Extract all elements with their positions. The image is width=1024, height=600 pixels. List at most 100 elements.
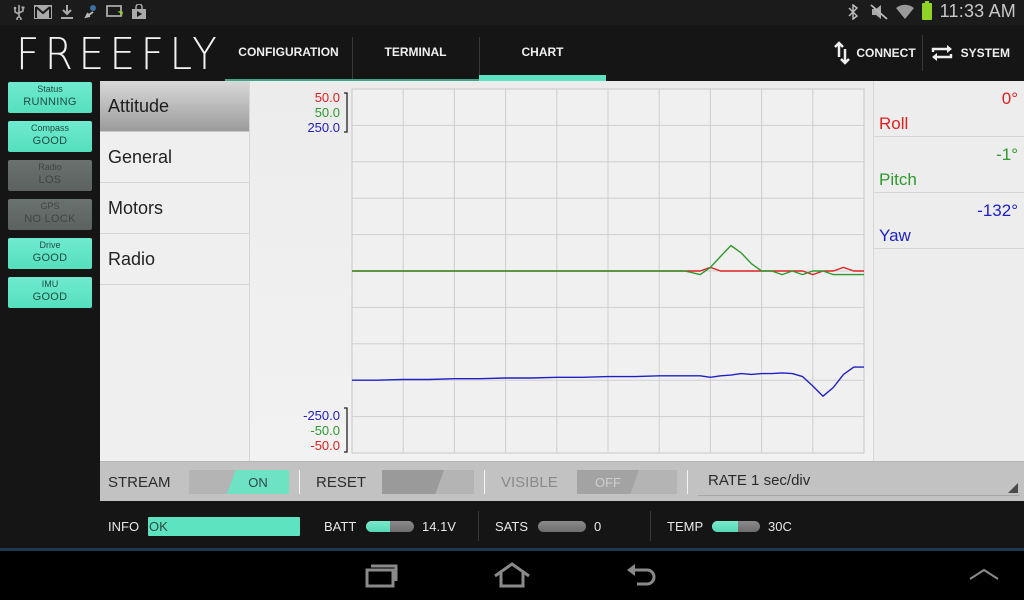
back-icon bbox=[625, 562, 659, 593]
recent-apps-button[interactable] bbox=[357, 559, 407, 595]
system-status-bar: 11:33 AM bbox=[0, 0, 1024, 25]
badge-value: GOOD bbox=[32, 252, 68, 264]
dropdown-corner-icon bbox=[1008, 483, 1018, 493]
app-root: 11:33 AM FREEFLY CONFIGURATION TERMINAL … bbox=[0, 0, 1024, 600]
home-button[interactable] bbox=[487, 559, 537, 595]
badge-value: RUNNING bbox=[23, 96, 77, 108]
download-icon bbox=[58, 3, 76, 21]
system-label: SYSTEM bbox=[960, 46, 1010, 60]
info-divider bbox=[650, 511, 651, 541]
recent-apps-icon bbox=[364, 562, 400, 593]
header-actions: CONNECT SYSTEM bbox=[828, 25, 1016, 81]
nav-item-attitude[interactable]: Attitude bbox=[100, 81, 249, 132]
yaw-value: -132° bbox=[977, 201, 1018, 220]
control-divider bbox=[484, 470, 485, 494]
yaw-axis-max-label: 250.0 bbox=[307, 120, 340, 135]
tab-terminal[interactable]: TERMINAL bbox=[352, 25, 479, 81]
sync-arrows-icon bbox=[929, 43, 955, 63]
app-header: FREEFLY CONFIGURATION TERMINAL CHART CON… bbox=[0, 25, 1024, 81]
nav-item-motors[interactable]: Motors bbox=[100, 183, 249, 234]
temp-value: 30C bbox=[768, 519, 792, 534]
badge-value: GOOD bbox=[32, 135, 68, 147]
badge-label: Status bbox=[37, 84, 63, 94]
nav-item-radio[interactable]: Radio bbox=[100, 234, 249, 285]
status-badge-gps: GPS NO LOCK bbox=[8, 199, 92, 230]
reset-toggle-knob bbox=[382, 470, 444, 494]
badge-value: GOOD bbox=[32, 291, 68, 303]
status-badge-status: Status RUNNING bbox=[8, 82, 92, 113]
bluetooth-transfer-icon bbox=[82, 3, 100, 21]
system-button[interactable]: SYSTEM bbox=[923, 33, 1016, 73]
batt-label: BATT bbox=[324, 519, 357, 534]
tab-label: CHART bbox=[521, 45, 564, 59]
readout-roll: 0° Roll bbox=[874, 81, 1024, 137]
temp-label: TEMP bbox=[667, 519, 704, 534]
sats-value: 0 bbox=[594, 519, 602, 534]
attitude-readouts: 0° Roll -1° Pitch -132° Yaw bbox=[873, 81, 1024, 461]
screen-share-icon bbox=[106, 3, 124, 21]
status-badge-radio: Radio LOS bbox=[8, 160, 92, 191]
status-badge-imu: IMU GOOD bbox=[8, 277, 92, 308]
status-badge-compass: Compass GOOD bbox=[8, 121, 92, 152]
connect-button[interactable]: CONNECT bbox=[828, 33, 921, 73]
control-divider bbox=[299, 470, 300, 494]
battery-meter-fill bbox=[366, 521, 390, 532]
nav-item-general[interactable]: General bbox=[100, 132, 249, 183]
gmail-icon bbox=[34, 3, 52, 21]
badge-label: Compass bbox=[30, 123, 69, 133]
sats-meter bbox=[538, 521, 586, 532]
battery-charging-icon bbox=[921, 1, 932, 20]
visible-toggle[interactable]: OFF bbox=[577, 470, 677, 494]
badge-value: NO LOCK bbox=[24, 213, 76, 225]
tab-label: TERMINAL bbox=[384, 45, 447, 59]
chart-axes: 50.0 50.0 250.0 -250.0 -50.0 -50.0 bbox=[303, 90, 348, 453]
chart-panel: 50.0 50.0 250.0 -250.0 -50.0 -50.0 bbox=[250, 81, 873, 461]
roll-axis-max-label: 50.0 bbox=[315, 90, 340, 105]
stream-label: STREAM bbox=[108, 474, 171, 491]
chart-category-list: Attitude General Motors Radio bbox=[100, 81, 250, 461]
pitch-axis-min-label: -50.0 bbox=[310, 423, 340, 438]
info-field: OK bbox=[148, 517, 300, 536]
stream-toggle[interactable]: ON bbox=[189, 470, 289, 494]
show-more-button[interactable] bbox=[959, 559, 1009, 595]
roll-axis-min-label: -50.0 bbox=[310, 438, 340, 453]
telemetry-bar: INFO OK BATT 14.1V SATS 0 TEMP 30C bbox=[100, 501, 1024, 548]
connect-label: CONNECT bbox=[856, 46, 916, 60]
up-chevron-icon bbox=[968, 565, 1000, 590]
tab-chart[interactable]: CHART bbox=[479, 25, 606, 81]
up-down-arrows-icon bbox=[834, 41, 851, 65]
stream-toggle-state: ON bbox=[227, 470, 289, 494]
app-logo: FREEFLY bbox=[16, 29, 223, 80]
readout-pitch: -1° Pitch bbox=[874, 137, 1024, 193]
temp-meter bbox=[712, 521, 760, 532]
roll-value: 0° bbox=[1001, 89, 1018, 108]
play-store-icon bbox=[130, 3, 148, 21]
temp-meter-fill bbox=[712, 521, 739, 532]
rate-dropdown[interactable]: RATE 1 sec/div bbox=[698, 466, 1020, 496]
bluetooth-icon bbox=[844, 3, 862, 21]
readout-yaw: -132° Yaw bbox=[874, 193, 1024, 249]
badge-label: GPS bbox=[40, 201, 60, 211]
roll-label: Roll bbox=[879, 114, 909, 133]
badge-label: Radio bbox=[38, 162, 62, 172]
top-axis-bracket bbox=[344, 92, 348, 133]
usb-icon bbox=[10, 3, 28, 21]
reset-toggle[interactable] bbox=[382, 470, 474, 494]
badge-label: Drive bbox=[39, 240, 61, 250]
back-button[interactable] bbox=[617, 559, 667, 595]
badge-label: IMU bbox=[41, 279, 59, 289]
info-label: INFO bbox=[108, 519, 140, 534]
system-tray: 11:33 AM bbox=[844, 1, 1016, 22]
tab-configuration[interactable]: CONFIGURATION bbox=[225, 25, 352, 81]
bottom-axis-bracket bbox=[344, 407, 348, 453]
attitude-chart: 50.0 50.0 250.0 -250.0 -50.0 -50.0 bbox=[303, 88, 865, 454]
mute-icon bbox=[870, 3, 888, 21]
reset-label: RESET bbox=[316, 474, 367, 491]
visible-toggle-state: OFF bbox=[577, 470, 639, 494]
wifi-icon bbox=[895, 3, 914, 21]
clock: 11:33 AM bbox=[939, 1, 1016, 21]
yaw-axis-min-label: -250.0 bbox=[303, 408, 340, 423]
badge-value: LOS bbox=[38, 174, 62, 186]
home-icon bbox=[492, 561, 532, 593]
status-indicators: Status RUNNING Compass GOOD Radio LOS GP… bbox=[0, 81, 100, 548]
